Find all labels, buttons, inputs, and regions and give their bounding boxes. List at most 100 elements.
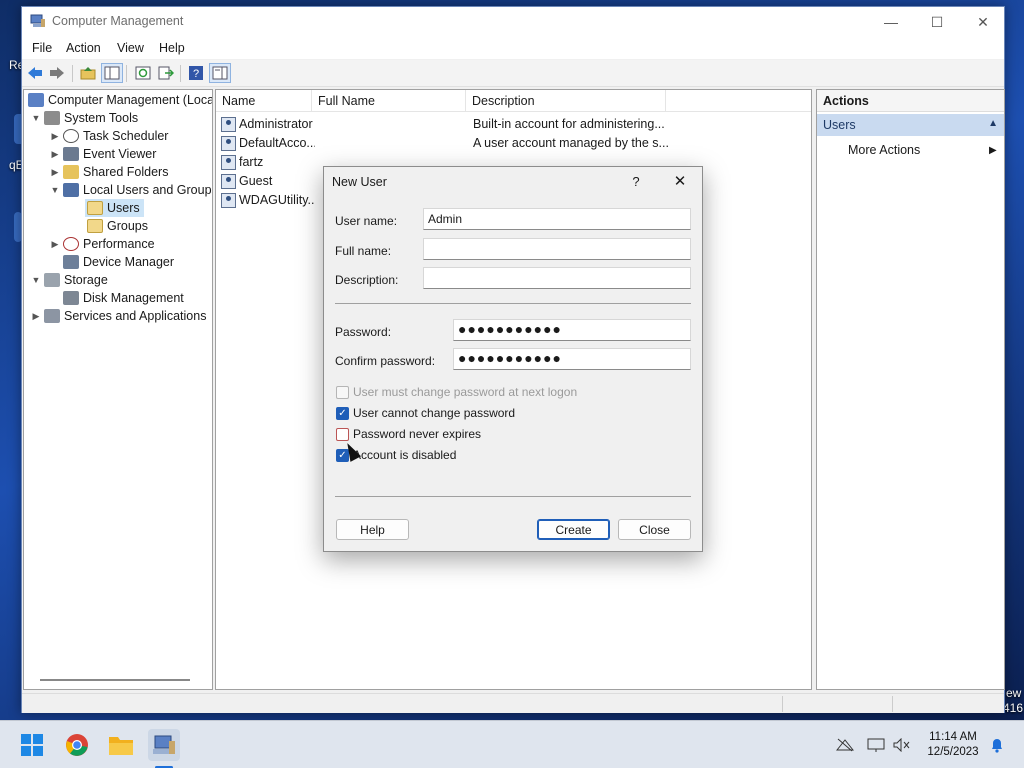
help-toolbar-button[interactable]: ?: [185, 63, 207, 83]
confirm-password-input[interactable]: ●●●●●●●●●●●: [453, 348, 691, 370]
column-header-full-name[interactable]: Full Name: [312, 90, 466, 112]
menu-help[interactable]: Help: [159, 41, 185, 55]
fullname-label: Full name:: [335, 244, 392, 258]
checkbox-label: Account is disabled: [353, 448, 457, 462]
display-icon[interactable]: [867, 737, 885, 753]
help-button[interactable]: Help: [336, 519, 409, 540]
chevron-right-icon[interactable]: ▶: [49, 239, 61, 250]
tree-item-storage[interactable]: ▼ Storage: [30, 271, 108, 289]
actions-section-users[interactable]: Users ▲: [817, 114, 1004, 136]
start-button[interactable]: [16, 729, 48, 761]
tree-item-event-viewer[interactable]: ▶ Event Viewer: [49, 145, 156, 163]
checkbox-password-never-expires[interactable]: Password never expires: [336, 426, 481, 442]
tree-item-disk-management[interactable]: Disk Management: [61, 289, 184, 307]
computer-management-icon: [30, 14, 45, 27]
file-explorer-taskbar-button[interactable]: [105, 729, 137, 761]
more-actions-item[interactable]: More Actions: [848, 143, 920, 157]
up-one-level-button[interactable]: [77, 63, 99, 83]
tree-item-label: Shared Folders: [83, 165, 169, 179]
toolbar-separator: [72, 65, 73, 82]
storage-icon: [44, 273, 60, 287]
checkbox-unchecked[interactable]: [336, 427, 349, 441]
username-label: User name:: [335, 214, 398, 228]
event-viewer-icon: [63, 147, 79, 161]
console-icon: [212, 66, 228, 80]
network-icon[interactable]: [836, 737, 854, 753]
fullname-input[interactable]: [423, 238, 691, 260]
tree-item-label: Computer Management (Local: [48, 93, 213, 107]
taskbar: 11:14 AM 12/5/2023: [0, 720, 1024, 768]
show-hide-tree-button[interactable]: [101, 63, 123, 83]
close-window-button[interactable]: ✕: [960, 7, 1006, 37]
more-actions-label: More Actions: [848, 143, 921, 157]
close-button[interactable]: Close: [618, 519, 691, 540]
tree-item-task-scheduler[interactable]: ▶ Task Scheduler: [49, 127, 168, 145]
window-titlebar[interactable]: Computer Management — ☐ ✕: [22, 7, 1004, 37]
checkbox-cannot-change-password[interactable]: ✓ User cannot change password: [336, 405, 515, 421]
tree-item-groups[interactable]: Groups: [85, 217, 148, 235]
chevron-down-icon[interactable]: ▼: [30, 113, 42, 123]
status-divider: [892, 696, 893, 712]
taskbar-clock[interactable]: 11:14 AM 12/5/2023: [918, 730, 988, 760]
checkmark-icon[interactable]: ✓: [336, 406, 349, 420]
tree-item-local-users-groups[interactable]: ▼ Local Users and Groups: [49, 181, 212, 199]
user-icon: [221, 136, 236, 151]
tree-item-shared-folders[interactable]: ▶ Shared Folders: [49, 163, 168, 181]
window-title: Computer Management: [52, 14, 184, 28]
divider: [335, 303, 691, 304]
services-icon: [44, 309, 60, 323]
menu-view[interactable]: View: [117, 41, 144, 55]
export-list-button[interactable]: [155, 63, 177, 83]
tree-item-label: Groups: [107, 219, 148, 233]
tree-item-performance[interactable]: ▶ Performance: [49, 235, 155, 253]
menu-bar: File Action View Help: [22, 37, 1004, 59]
minimize-button[interactable]: —: [868, 7, 914, 37]
toolbar: ?: [22, 60, 1004, 87]
create-button[interactable]: Create: [537, 519, 610, 540]
tree-item-users[interactable]: Users: [85, 199, 144, 217]
chrome-taskbar-button[interactable]: [61, 729, 93, 761]
chevron-down-icon[interactable]: ▼: [30, 275, 42, 285]
maximize-button[interactable]: ☐: [914, 7, 960, 37]
menu-file[interactable]: File: [32, 41, 52, 55]
checkbox-label: User must change password at next logon: [353, 385, 578, 399]
table-row[interactable]: DefaultAcco... A user account managed by…: [216, 134, 811, 153]
chevron-right-icon[interactable]: ▶: [49, 149, 61, 160]
forward-icon: [50, 67, 64, 79]
chrome-icon: [66, 734, 88, 756]
chevron-right-icon[interactable]: ▶: [49, 131, 61, 142]
computer-management-taskbar-button[interactable]: [148, 729, 180, 761]
clock-date: 12/5/2023: [927, 746, 979, 758]
chevron-down-icon[interactable]: ▼: [49, 185, 61, 195]
close-icon[interactable]: ✕: [667, 171, 693, 193]
help-icon[interactable]: ?: [625, 171, 647, 193]
tree-item-label: Device Manager: [83, 255, 175, 269]
tree-item-computer-management[interactable]: Computer Management (Local: [26, 91, 213, 109]
column-header-description[interactable]: Description: [466, 90, 666, 112]
back-icon: [28, 67, 42, 79]
horizontal-scrollbar[interactable]: [40, 679, 190, 681]
collapse-up-icon[interactable]: ▲: [988, 118, 998, 129]
checkbox-must-change-password[interactable]: User must change password at next logon: [336, 384, 577, 400]
desktop-label-fragment: 416: [1003, 701, 1024, 715]
tree-item-device-manager[interactable]: Device Manager: [61, 253, 174, 271]
clock-time: 11:14 AM: [929, 731, 977, 743]
notification-bell-icon[interactable]: [988, 737, 1006, 753]
password-input[interactable]: ●●●●●●●●●●●: [453, 319, 691, 341]
chevron-right-icon[interactable]: ▶: [30, 311, 42, 322]
menu-action[interactable]: Action: [66, 41, 101, 55]
tree-item-system-tools[interactable]: ▼ System Tools: [30, 109, 138, 127]
username-input[interactable]: [423, 208, 691, 230]
refresh-button[interactable]: [132, 63, 154, 83]
table-row[interactable]: Administrator Built-in account for admin…: [216, 115, 811, 134]
checkbox-unchecked[interactable]: [336, 385, 349, 399]
volume-icon[interactable]: [893, 737, 911, 753]
description-input[interactable]: [423, 267, 691, 289]
tree-item-services-applications[interactable]: ▶ Services and Applications: [30, 307, 206, 325]
chevron-right-icon[interactable]: ▶: [49, 167, 61, 178]
tree-item-label: System Tools: [64, 111, 139, 125]
column-header-name[interactable]: Name: [216, 90, 312, 112]
show-action-pane-button[interactable]: [209, 63, 231, 83]
forward-button[interactable]: [46, 63, 68, 83]
back-button[interactable]: [24, 63, 46, 83]
